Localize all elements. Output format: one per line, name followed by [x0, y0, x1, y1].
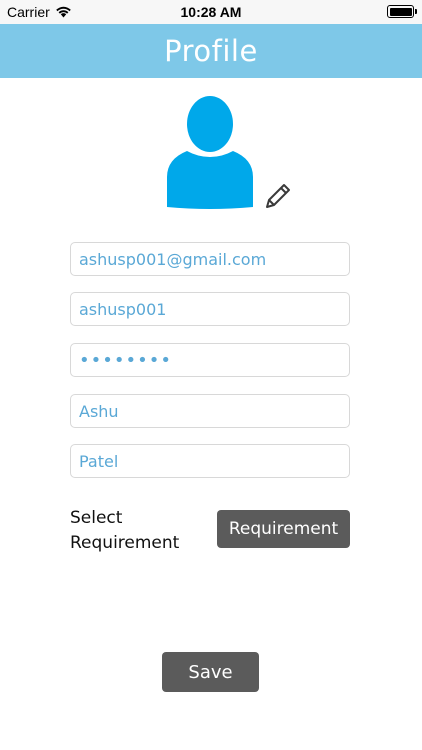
requirement-button[interactable]: Requirement [217, 510, 350, 548]
email-field[interactable] [70, 242, 350, 276]
pencil-icon[interactable] [262, 180, 294, 212]
battery-level [389, 7, 412, 16]
nav-bar: Profile [0, 24, 422, 78]
status-time: 10:28 AM [180, 4, 242, 20]
last-name-field[interactable] [70, 444, 350, 478]
select-requirement-label: Select Requirement [70, 508, 180, 553]
first-name-field[interactable] [70, 394, 350, 428]
user-avatar-icon[interactable] [165, 95, 255, 210]
username-field[interactable] [70, 292, 350, 326]
page-title: Profile [164, 34, 258, 68]
battery-icon [387, 5, 417, 18]
save-button[interactable]: Save [162, 652, 259, 692]
status-bar: Carrier 10:28 AM [0, 0, 422, 24]
password-field[interactable] [70, 343, 350, 377]
battery-tip [415, 9, 417, 14]
